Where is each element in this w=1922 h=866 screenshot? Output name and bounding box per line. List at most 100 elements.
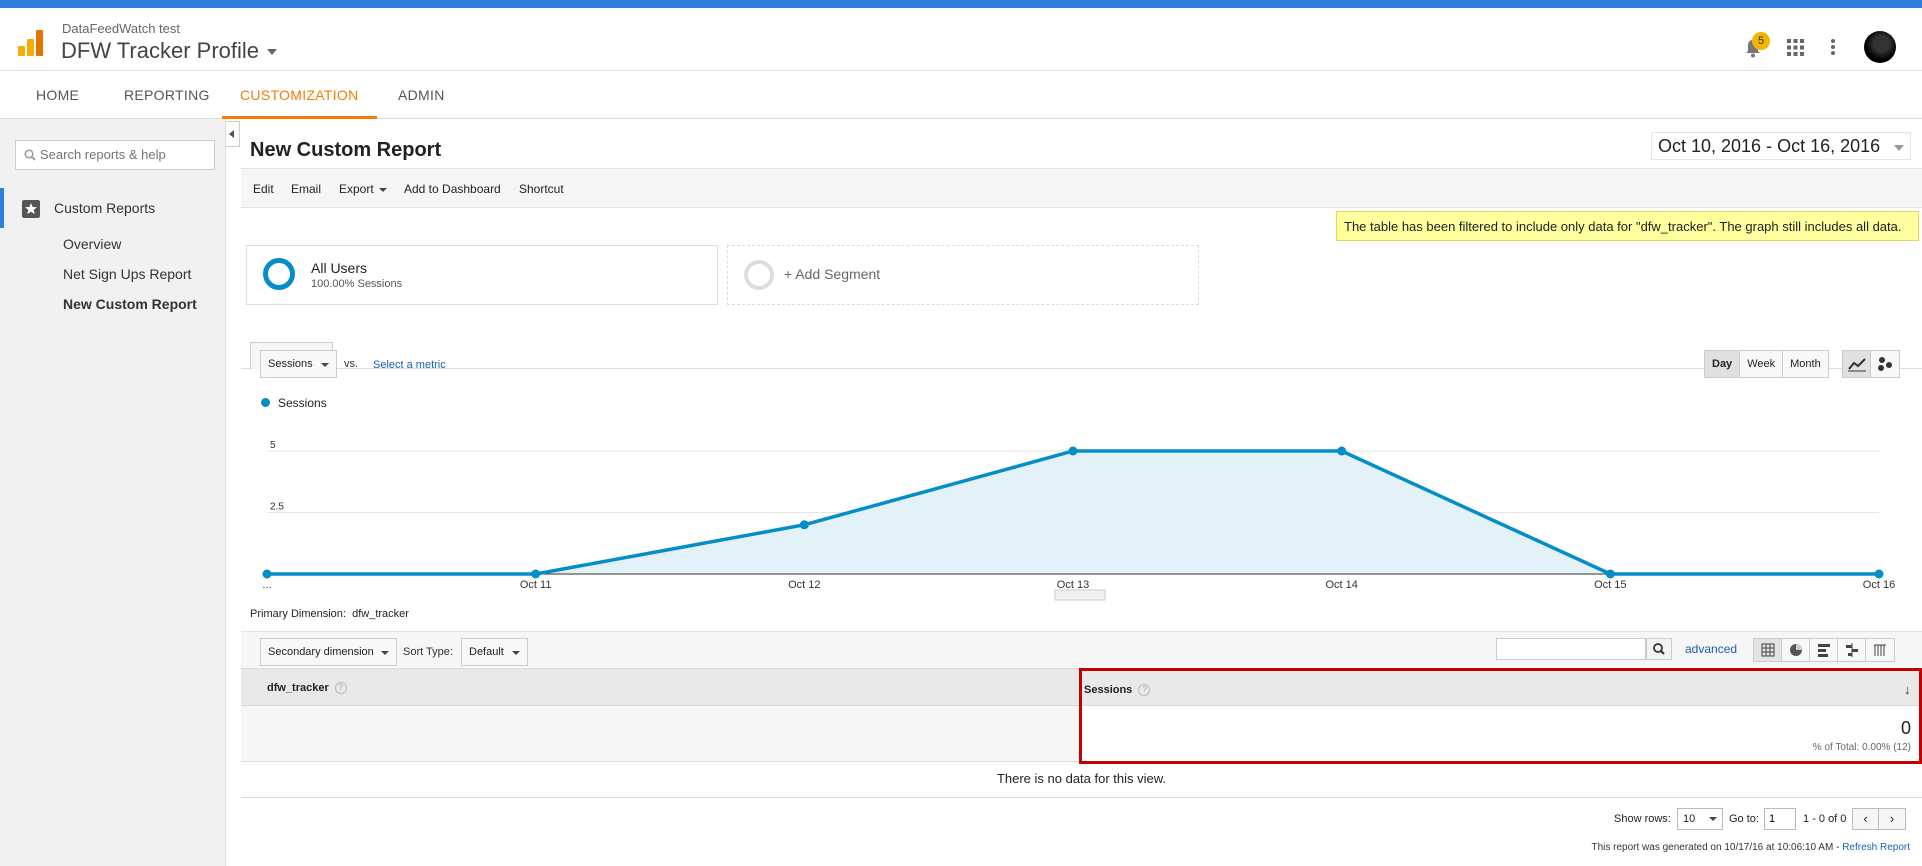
chevron-down-icon [267,49,278,56]
segment-subtitle: 100.00% Sessions [311,278,403,290]
sort-type-select[interactable]: Default [461,638,528,666]
table-filter-button[interactable] [1646,638,1672,660]
month-button[interactable]: Month [1783,351,1828,377]
sidebar-item-overview[interactable]: Overview [63,236,121,252]
percentage-view-button[interactable] [1782,639,1810,661]
column-header-dimension-label: dfw_tracker [267,682,329,694]
profile-selector[interactable]: DFW Tracker Profile [61,38,278,64]
next-page-button[interactable]: › [1879,809,1905,829]
bar-chart-icon [1818,644,1830,657]
line-chart-button[interactable] [1843,351,1871,377]
primary-dimension-value[interactable]: dfw_tracker [352,608,409,620]
pivot-icon [1874,644,1886,656]
report-tabs: Report Tab [241,339,1922,370]
account-name[interactable]: DataFeedWatch test [62,21,180,36]
chevron-down-icon [1894,145,1904,151]
edit-button[interactable]: Edit [253,182,274,196]
chevron-down-icon [378,187,387,192]
time-granularity: Day Week Month [1704,350,1829,378]
date-range-picker[interactable]: Oct 10, 2016 - Oct 16, 2016 [1651,132,1911,160]
table-grid-icon [1761,643,1775,657]
prev-page-button[interactable]: ‹ [1853,809,1879,829]
sidebar: Custom Reports Overview Net Sign Ups Rep… [0,119,226,866]
pivot-view-button[interactable] [1866,639,1894,661]
app-bar: DataFeedWatch test DFW Tracker Profile 5 [0,8,1922,70]
tab-admin[interactable]: ADMIN [398,71,445,119]
show-rows-value: 10 [1683,813,1696,825]
x-tick-label: Oct 13 [1057,579,1089,591]
more-vert-icon[interactable] [1830,38,1836,56]
show-rows-label: Show rows: [1614,813,1671,825]
x-tick-label: Oct 16 [1863,579,1895,591]
analytics-logo-icon[interactable] [18,30,44,56]
report-search[interactable] [15,140,215,170]
chart-type-toggle [1842,350,1900,378]
comparison-view-button[interactable] [1838,639,1866,661]
export-label: Export [339,182,374,196]
report-main: New Custom Report Oct 10, 2016 - Oct 16,… [241,119,1922,866]
search-icon [1653,643,1665,655]
refresh-report-link[interactable]: Refresh Report [1842,842,1910,853]
secondary-dimension-select[interactable]: Secondary dimension [260,638,397,666]
column-header-dimension[interactable]: dfw_tracker? [267,682,347,695]
table-view-button[interactable] [1754,639,1782,661]
pager-range: 1 - 0 of 0 [1803,813,1847,825]
x-tick-label: ... [262,579,271,591]
metric-select[interactable]: Sessions [260,350,337,378]
sidebar-item-net-sign-ups[interactable]: Net Sign Ups Report [63,266,191,282]
advanced-filter-link[interactable]: advanced [1685,642,1737,656]
chart-resize-handle [1054,589,1106,601]
primary-dimension-label: Primary Dimension: [250,608,346,620]
motion-chart-icon [1878,357,1892,371]
show-rows-select[interactable]: 10 [1677,808,1723,830]
apps-grid-icon[interactable] [1787,39,1804,56]
email-button[interactable]: Email [291,182,321,196]
y-tick-label: 5 [270,440,276,451]
collapse-sidebar-button[interactable] [226,121,240,147]
x-tick-label: Oct 14 [1325,579,1357,591]
data-point [799,520,809,530]
help-icon[interactable]: ? [334,682,347,695]
generated-text: This report was generated on 10/17/16 at… [1591,842,1843,853]
day-button[interactable]: Day [1705,351,1741,377]
performance-view-button[interactable] [1810,639,1838,661]
primary-dimension: Primary Dimension: dfw_tracker [250,608,409,620]
table-filter-input[interactable] [1496,638,1646,660]
tab-customization[interactable]: CUSTOMIZATION [222,71,377,119]
filter-notice: The table has been filtered to include o… [1336,211,1919,241]
date-range-start: Oct 10, 2016 [1658,136,1762,156]
search-input[interactable] [40,147,210,162]
sidebar-item-new-custom-report[interactable]: New Custom Report [63,296,197,312]
main-nav: HOME REPORTING CUSTOMIZATION ADMIN [0,70,1922,119]
data-point [262,569,272,579]
segment-all-users[interactable]: All Users 100.00% Sessions [246,245,718,305]
legend-swatch [261,398,270,407]
shortcut-button[interactable]: Shortcut [519,182,564,196]
date-range-separator: - [1766,136,1773,156]
goto-input[interactable] [1764,808,1796,830]
sort-type-value: Default [469,646,504,658]
tab-reporting[interactable]: REPORTING [124,71,210,119]
avatar[interactable] [1864,31,1896,63]
chevron-down-icon [1709,817,1717,821]
x-tick-label: Oct 11 [520,579,552,591]
report-footer: This report was generated on 10/17/16 at… [1591,842,1910,853]
search-icon [24,149,36,161]
report-toolbar: Edit Email Export Add to Dashboard Short… [241,168,1922,208]
tab-home[interactable]: HOME [36,71,79,119]
sidebar-section-custom-reports[interactable]: Custom Reports [0,188,226,228]
add-segment-button[interactable]: + Add Segment [727,245,1199,305]
y-tick-label: 2.5 [270,502,284,513]
week-button[interactable]: Week [1740,351,1784,377]
chevron-down-icon [381,651,389,655]
export-button[interactable]: Export [339,182,387,196]
star-icon [22,200,40,218]
notification-badge: 5 [1752,32,1770,50]
motion-chart-button[interactable] [1871,351,1899,377]
data-point [1874,569,1884,579]
line-chart-icon [1848,358,1866,372]
chart-legend: Sessions [261,396,327,410]
x-tick-label: Oct 12 [788,579,820,591]
select-metric-link[interactable]: Select a metric [373,359,446,371]
add-to-dashboard-button[interactable]: Add to Dashboard [404,182,501,196]
